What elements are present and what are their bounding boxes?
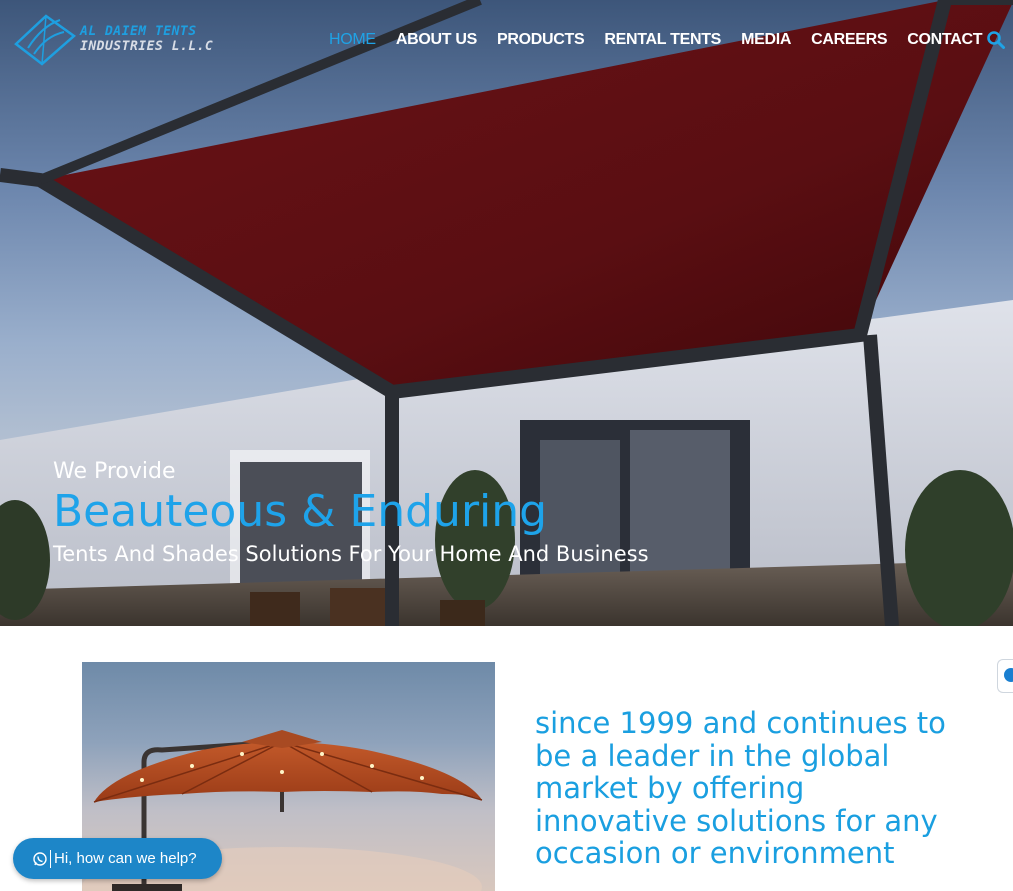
hero-banner: AL DAIEM TENTS INDUSTRIES L.L.C HOME ABO… bbox=[0, 0, 1013, 626]
brand-name-line1: AL DAIEM TENTS bbox=[80, 24, 197, 39]
hero-caption: We Provide Beauteous & Enduring Tents An… bbox=[53, 459, 649, 566]
company-logo[interactable]: AL DAIEM TENTS INDUSTRIES L.L.C bbox=[12, 14, 213, 70]
side-floating-widget[interactable] bbox=[997, 659, 1013, 693]
whatsapp-icon bbox=[33, 851, 47, 866]
nav-careers[interactable]: CAREERS bbox=[811, 31, 887, 49]
hero-pretitle: We Provide bbox=[53, 459, 176, 484]
hero-title: Beauteous & Enduring bbox=[53, 486, 548, 537]
nav-rental-tents[interactable]: RENTAL TENTS bbox=[604, 31, 721, 49]
nav-home[interactable]: HOME bbox=[329, 31, 376, 49]
chat-prompt-text: Hi, how can we help? bbox=[54, 850, 197, 867]
chat-widget-button[interactable]: Hi, how can we help? bbox=[13, 838, 222, 879]
tent-logo-icon bbox=[14, 14, 77, 66]
main-navigation: HOME ABOUT US PRODUCTS RENTAL TENTS MEDI… bbox=[329, 28, 1002, 52]
nav-media[interactable]: MEDIA bbox=[741, 31, 791, 49]
nav-contact[interactable]: CONTACT bbox=[907, 31, 982, 49]
nav-about-us[interactable]: ABOUT US bbox=[396, 31, 477, 49]
about-intro-text: since 1999 and continues to be a leader … bbox=[535, 706, 946, 870]
brand-name-line2: INDUSTRIES L.L.C bbox=[80, 39, 214, 54]
nav-products[interactable]: PRODUCTS bbox=[497, 31, 585, 49]
hero-subtitle: Tents And Shades Solutions For Your Home… bbox=[53, 542, 649, 566]
search-icon bbox=[987, 31, 1005, 49]
globe-icon bbox=[1004, 668, 1013, 682]
text-cursor bbox=[50, 849, 51, 868]
search-button[interactable] bbox=[986, 30, 1006, 50]
